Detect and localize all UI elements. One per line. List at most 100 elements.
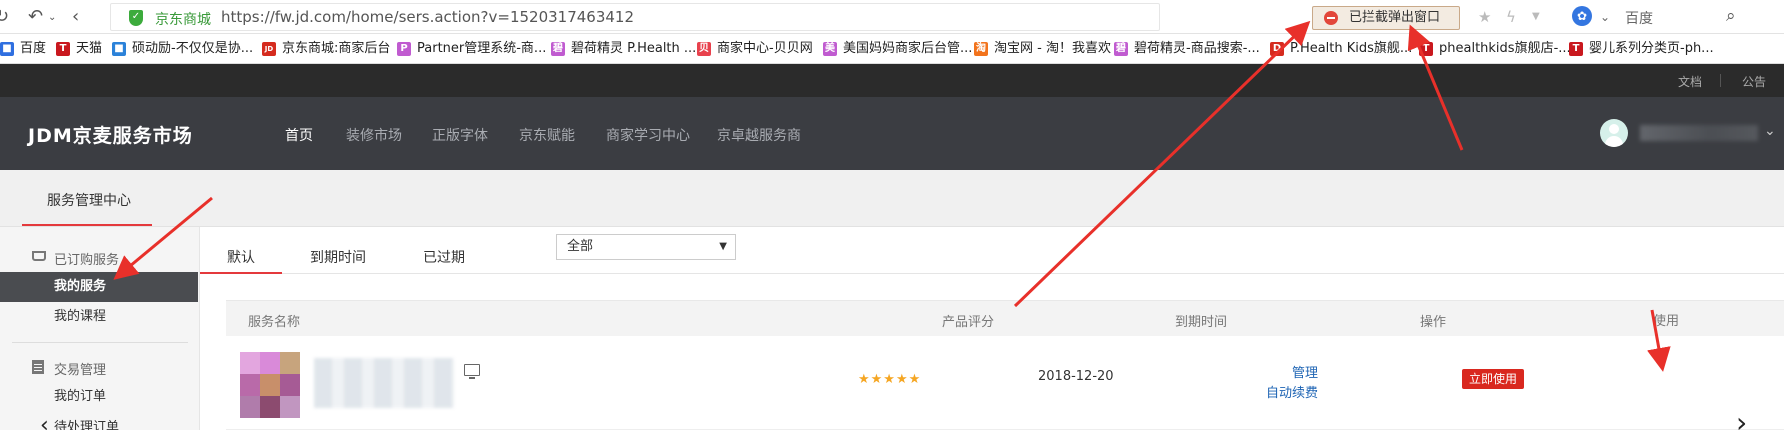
sidebar-item-my-orders[interactable]: 我的订单 [0, 382, 198, 412]
bookmark-favicon-icon: D [1270, 42, 1284, 56]
service-thumbnail[interactable] [240, 352, 300, 418]
bookmarks-bar: ■ 百度 T 天猫 ■ 硕动励-不仅仅是协... JD 京东商城:商家后台 P Partn… [0, 34, 1784, 64]
docs-link[interactable]: 文档 [1678, 73, 1702, 90]
tab-expired[interactable]: 已过期 [423, 247, 465, 267]
nav-item-home[interactable]: 首页 [285, 125, 313, 145]
bookmark-favicon-icon: T [1569, 42, 1583, 56]
nav-item-providers[interactable]: 京卓越服务商 [717, 125, 801, 145]
tab-expiry-time[interactable]: 到期时间 [310, 247, 366, 267]
sidebar-item-pending-orders[interactable]: 待处理订单 [0, 413, 198, 430]
col-actions: 操作 [1420, 315, 1447, 330]
bookmark-item[interactable]: Tphealthkids旗舰店-... [1419, 40, 1571, 58]
bookmark-favicon-icon: JD [262, 42, 276, 56]
use-now-button[interactable]: 立即使用 [1462, 369, 1524, 389]
browser-address-bar: ↻ ↶ ⌄ ‹ ✓ 京东商城 https://fw.jd.com/home/se… [0, 0, 1784, 34]
scroll-right-icon[interactable]: › [1736, 406, 1747, 430]
shield-icon: ✓ [129, 10, 143, 26]
document-icon [32, 360, 44, 374]
bookmark-favicon-icon: 美 [823, 42, 837, 56]
back-icon[interactable]: ‹ [72, 6, 79, 27]
paw-icon[interactable]: ✿ [1572, 6, 1592, 26]
page-title[interactable]: 服务管理中心 [47, 190, 131, 210]
bookmark-item[interactable]: 碧碧荷精灵 P.Health ... [551, 40, 696, 58]
monitor-icon [464, 364, 480, 379]
table-header: 服务名称 产品评分 到期时间 操作 [226, 300, 1784, 336]
screenshot-root: ↻ ↶ ⌄ ‹ ✓ 京东商城 https://fw.jd.com/home/se… [0, 0, 1784, 430]
bookmark-item[interactable]: ■ 硕动励-不仅仅是协... [112, 40, 253, 58]
title-underline [22, 224, 152, 226]
chevron-down-icon[interactable]: ⌄ [1600, 10, 1610, 24]
stop-icon [1324, 11, 1338, 25]
url-text[interactable]: https://fw.jd.com/home/sers.action?v=152… [221, 8, 634, 26]
site-logo[interactable]: JDM京麦服务市场 [28, 121, 193, 148]
col-rating: 产品评分 [942, 315, 995, 330]
main-header: JDM京麦服务市场 首页 装修市场 正版字体 京东赋能 商家学习中心 京卓越服务… [0, 97, 1784, 170]
bookmark-item[interactable]: 碧碧荷精灵-商品搜索-... [1114, 40, 1260, 58]
manage-link[interactable]: 管理 [1292, 362, 1318, 381]
bookmark-item[interactable]: T 婴儿系列分类页-ph... [1569, 40, 1714, 58]
chevron-down-icon[interactable]: ⌄ [1764, 123, 1776, 139]
chevron-down-icon[interactable]: ▼ [1532, 11, 1540, 22]
scroll-left-icon[interactable]: ‹ [40, 413, 49, 430]
status-filter-select[interactable]: 全部 ▼ [556, 234, 736, 260]
bookmark-favicon-icon: T [1419, 42, 1433, 56]
active-tab-indicator [200, 272, 282, 274]
service-name-redacted[interactable] [314, 358, 454, 408]
notice-link[interactable]: 公告 [1742, 73, 1766, 90]
nav-item-empower[interactable]: 京东赋能 [519, 125, 575, 145]
divider [1720, 74, 1721, 87]
col-use: 使用 [1653, 314, 1680, 329]
table-row: ★★★★★ 2018-12-20 管理 自动续费 立即使用 › [226, 336, 1784, 430]
tab-default[interactable]: 默认 [227, 247, 255, 267]
bookmark-favicon-icon: 淘 [974, 42, 988, 56]
col-expiry: 到期时间 [1175, 315, 1228, 330]
nav-item-decoration[interactable]: 装修市场 [346, 125, 402, 145]
rating-stars: ★★★★★ [858, 372, 922, 387]
auto-renew-link[interactable]: 自动续费 [1266, 382, 1318, 401]
bookmark-item[interactable]: P Partner管理系统-商... [397, 40, 546, 58]
bookmark-item[interactable]: JD 京东商城:商家后台 [262, 40, 390, 58]
nav-item-learning[interactable]: 商家学习中心 [606, 125, 690, 145]
refresh-icon[interactable]: ↻ [0, 6, 9, 27]
sidebar-item-my-services[interactable]: 我的服务 [0, 272, 198, 302]
cart-icon [32, 251, 46, 261]
top-utility-strip: 文档 公告 [0, 64, 1784, 97]
tabs-divider [200, 273, 1784, 274]
bookmark-favicon-icon: P [397, 42, 411, 56]
sidebar-item-my-courses[interactable]: 我的课程 [0, 302, 198, 332]
bookmark-item[interactable]: 美美国妈妈商家后台管... [823, 40, 972, 58]
bookmark-item[interactable]: ■ 百度 [0, 40, 46, 58]
divider [12, 342, 188, 343]
bookmark-favicon-icon: ■ [112, 42, 126, 56]
bookmark-favicon-icon: ■ [0, 42, 14, 56]
lightning-icon[interactable]: ϟ [1506, 8, 1516, 26]
star-icon[interactable]: ★ [1478, 8, 1491, 26]
bookmark-item[interactable]: 贝商家中心-贝贝网 [697, 40, 813, 58]
main-content: 默认 到期时间 已过期 全部 ▼ 服务名称 产品评分 到期时间 操作 使用 ★★… [200, 227, 1784, 430]
bookmark-item[interactable]: T 天猫 [56, 40, 102, 58]
nav-item-fonts[interactable]: 正版字体 [432, 125, 488, 145]
sub-header: 服务管理中心 [0, 170, 1784, 227]
sidebar-section-subscribed: 已订购服务 [26, 249, 119, 268]
bookmark-favicon-icon: T [56, 42, 70, 56]
username-redacted[interactable] [1640, 125, 1758, 141]
popup-blocked-label: 已拦截弹出窗口 [1349, 10, 1441, 25]
bookmark-favicon-icon: 碧 [1114, 42, 1128, 56]
chevron-down-icon[interactable]: ⌄ [48, 12, 56, 23]
bookmark-item[interactable]: 淘淘宝网 - 淘！我喜欢 [974, 40, 1111, 58]
dropdown-arrow-icon: ▼ [719, 241, 727, 252]
avatar[interactable] [1600, 119, 1628, 147]
sidebar: 已订购服务 我的服务 我的课程 交易管理 我的订单 待处理订单 ‹ [0, 227, 200, 430]
site-name: 京东商城 [155, 12, 211, 28]
search-engine-name[interactable]: 百度 [1625, 8, 1653, 28]
col-service-name: 服务名称 [248, 315, 301, 330]
popup-blocked-button[interactable]: 已拦截弹出窗口 [1312, 6, 1460, 30]
search-icon[interactable]: ⌕ [1726, 6, 1736, 26]
bookmark-favicon-icon: 碧 [551, 42, 565, 56]
undo-icon[interactable]: ↶ [28, 6, 43, 27]
bookmark-item[interactable]: D P.Health Kids旗舰... [1270, 40, 1412, 58]
url-field[interactable]: ✓ 京东商城 https://fw.jd.com/home/sers.actio… [110, 3, 1160, 31]
expiry-date: 2018-12-20 [1038, 369, 1114, 384]
select-value: 全部 [567, 239, 594, 254]
bookmark-favicon-icon: 贝 [697, 42, 711, 56]
